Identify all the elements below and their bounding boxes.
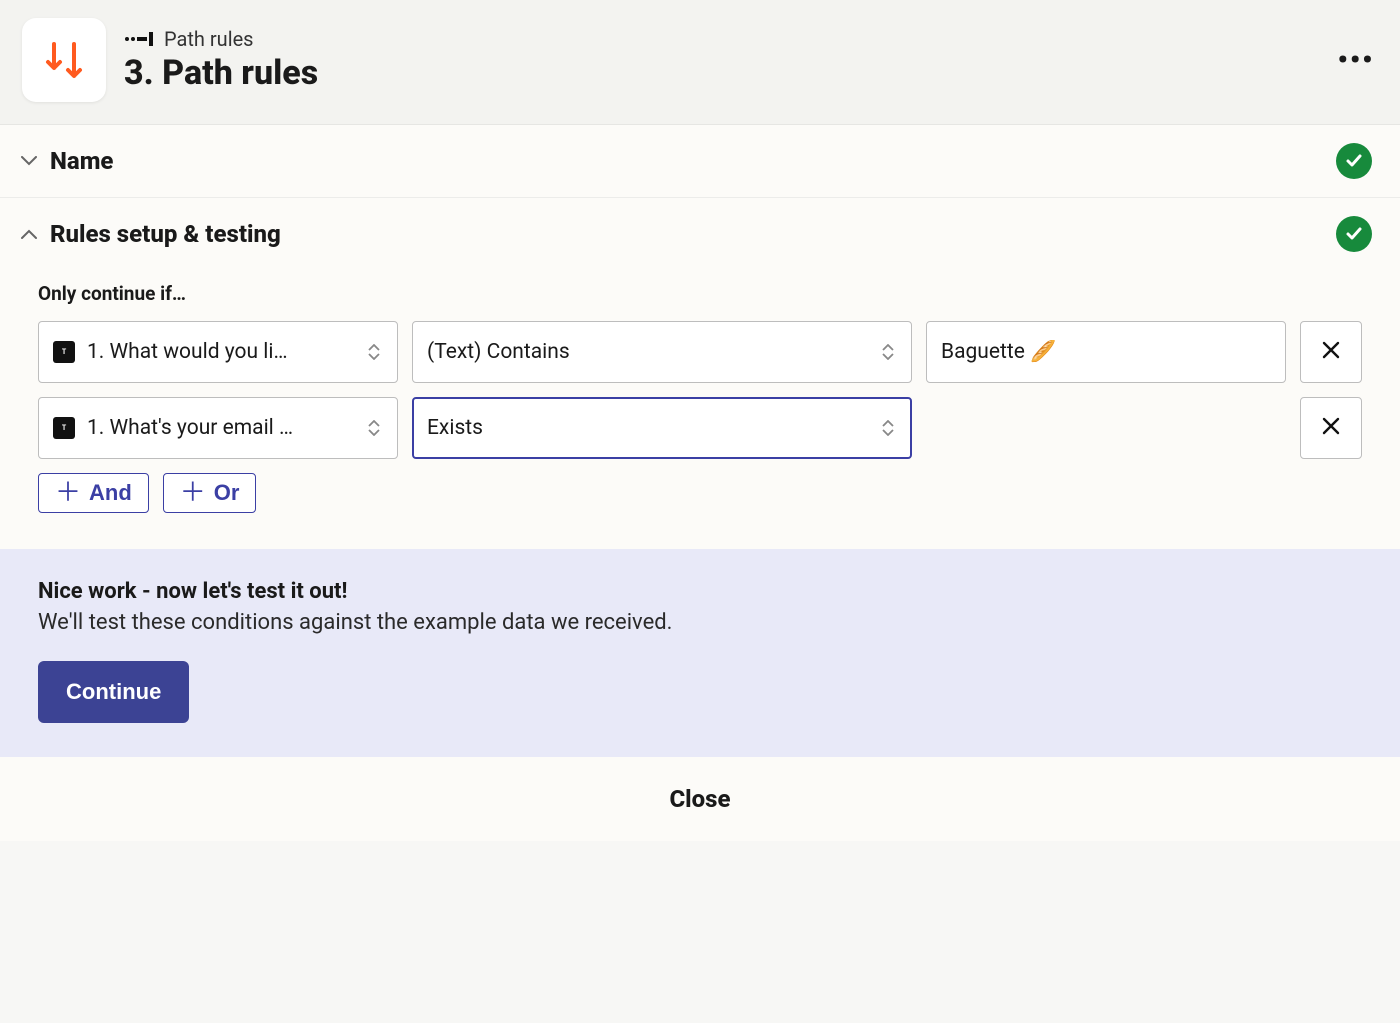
select-stepper-icon xyxy=(879,344,897,360)
close-icon xyxy=(1321,338,1341,366)
chevron-down-icon xyxy=(18,150,40,172)
breadcrumb[interactable]: Path rules xyxy=(164,27,254,51)
section-rules-title: Rules setup & testing xyxy=(50,220,1336,248)
and-label: And xyxy=(89,480,132,506)
condition-row: T 1. What would you li… (Text) Contains … xyxy=(38,321,1362,383)
remove-condition-button[interactable] xyxy=(1300,397,1362,459)
page-title: 3. Path rules xyxy=(124,53,1336,93)
test-panel-title: Nice work - now let's test it out! xyxy=(38,579,1362,604)
condition-operator-select[interactable]: Exists xyxy=(412,397,912,459)
select-stepper-icon xyxy=(879,420,897,436)
more-menu-button[interactable]: ••• xyxy=(1336,40,1376,80)
condition-operator-value: (Text) Contains xyxy=(427,340,869,364)
section-rules-header[interactable]: Rules setup & testing xyxy=(0,198,1400,270)
test-panel: Nice work - now let's test it out! We'll… xyxy=(0,549,1400,757)
or-label: Or xyxy=(214,480,240,506)
close-icon xyxy=(1321,414,1341,442)
test-panel-description: We'll test these conditions against the … xyxy=(38,610,1362,635)
condition-field-value: 1. What's your email … xyxy=(87,416,355,440)
condition-row: T 1. What's your email … Exists xyxy=(38,397,1362,459)
path-rules-app-icon xyxy=(22,18,106,102)
condition-field-select[interactable]: T 1. What's your email … xyxy=(38,397,398,459)
conditions-label: Only continue if… xyxy=(38,282,1362,305)
section-rules: Rules setup & testing Only continue if… … xyxy=(0,198,1400,549)
breadcrumb-icon xyxy=(124,30,154,48)
add-and-button[interactable]: ＋ And xyxy=(38,473,149,513)
close-button[interactable]: Close xyxy=(0,757,1400,841)
condition-operator-value: Exists xyxy=(427,416,869,440)
remove-condition-button[interactable] xyxy=(1300,321,1362,383)
condition-field-value: 1. What would you li… xyxy=(87,340,355,364)
chevron-up-icon xyxy=(18,223,40,245)
status-complete-icon xyxy=(1336,216,1372,252)
typeform-source-icon: T xyxy=(53,341,75,363)
section-name-title: Name xyxy=(50,147,1336,175)
condition-value-input[interactable]: Baguette 🥖 xyxy=(926,321,1286,383)
editor-header: Path rules 3. Path rules ••• xyxy=(0,0,1400,125)
condition-value-spacer xyxy=(926,397,1286,459)
status-complete-icon xyxy=(1336,143,1372,179)
add-or-button[interactable]: ＋ Or xyxy=(163,473,257,513)
condition-value-text: Baguette 🥖 xyxy=(941,340,1271,364)
typeform-source-icon: T xyxy=(53,417,75,439)
continue-button[interactable]: Continue xyxy=(38,661,189,723)
section-name: Name xyxy=(0,125,1400,198)
section-name-header[interactable]: Name xyxy=(0,125,1400,197)
select-stepper-icon xyxy=(365,420,383,436)
condition-operator-select[interactable]: (Text) Contains xyxy=(412,321,912,383)
condition-field-select[interactable]: T 1. What would you li… xyxy=(38,321,398,383)
select-stepper-icon xyxy=(365,344,383,360)
